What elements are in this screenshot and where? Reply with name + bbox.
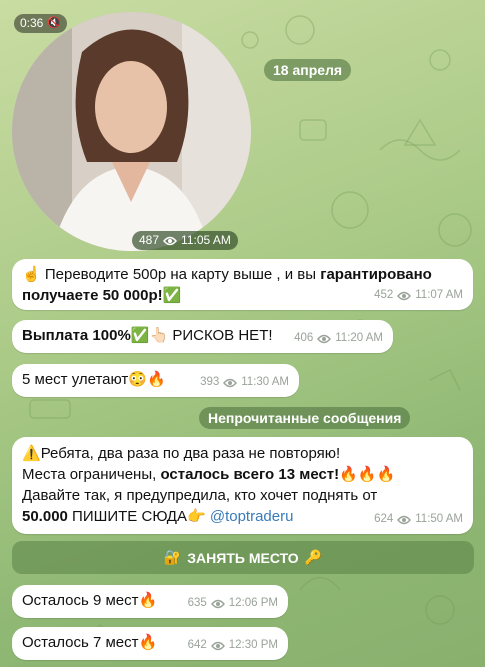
message-meta: 635 12:06 PM xyxy=(188,593,278,614)
message-time: 12:06 PM xyxy=(228,597,278,609)
view-count: 642 xyxy=(187,639,207,651)
message-time: 11:50 AM xyxy=(415,513,463,525)
video-meta: 487 11:05 AM xyxy=(132,231,238,250)
emoji: ☝️ xyxy=(22,266,41,283)
text-span: Ребята, два раза по два раза не повторяю… xyxy=(40,445,341,462)
text-span: РИСКОВ НЕТ! xyxy=(168,327,273,344)
message-time: 12:30 PM xyxy=(228,639,278,651)
message-bubble[interactable]: Осталось 9 мест🔥 635 12:06 PM xyxy=(12,585,288,618)
message-bubble[interactable]: ⚠️Ребята, два раза по два раза не повтор… xyxy=(12,437,473,534)
video-thumbnail xyxy=(12,12,251,251)
username-link[interactable]: @toptraderu xyxy=(210,508,294,525)
video-duration: 0:36 xyxy=(20,16,44,30)
message-time: 11:05 AM xyxy=(181,233,231,247)
message-time: 11:20 AM xyxy=(335,332,383,344)
emoji: 🔥🔥🔥 xyxy=(339,466,396,483)
key-icon: 🔑 xyxy=(304,549,323,565)
muted-speaker-icon[interactable]: 🔇 xyxy=(47,14,61,33)
text-span: Места ограничены, xyxy=(22,466,161,483)
text-span: Давайте так, я предупредила, кто хочет п… xyxy=(22,487,378,504)
text-span: Переводите 500р на карту выше , и вы xyxy=(40,266,321,283)
unread-separator: Непрочитанные сообщения xyxy=(199,407,411,429)
lock-icon: 🔐 xyxy=(163,549,182,565)
eye-icon xyxy=(397,515,412,524)
view-count: 452 xyxy=(374,289,394,301)
text-span: 5 мест улетают xyxy=(22,371,129,388)
video-duration-badge: 0:36 🔇 xyxy=(14,14,68,33)
message-bubble[interactable]: 5 мест улетают😳🔥 393 11:30 AM xyxy=(12,364,299,397)
take-place-button[interactable]: 🔐 ЗАНЯТЬ МЕСТО 🔑 xyxy=(12,541,474,574)
date-label: 18 апреля xyxy=(273,62,343,78)
button-label: ЗАНЯТЬ МЕСТО xyxy=(187,549,299,566)
video-note[interactable] xyxy=(12,12,251,251)
eye-icon xyxy=(210,599,225,608)
message-meta: 406 11:20 AM xyxy=(294,328,383,349)
bold-text: 50.000 xyxy=(22,508,68,525)
eye-icon xyxy=(317,334,332,343)
text-span: Осталось 9 мест xyxy=(22,592,139,609)
message-bubble[interactable]: Выплата 100%✅👆🏻 РИСКОВ НЕТ! 406 11:20 AM xyxy=(12,320,393,353)
text-span: ПИШИТЕ СЮДА xyxy=(67,508,187,525)
eye-icon xyxy=(210,641,225,650)
view-count: 393 xyxy=(200,376,220,388)
fire-icon: 🔥 xyxy=(138,634,158,651)
message-line: Давайте так, я предупредила, кто хочет п… xyxy=(22,485,463,506)
date-separator: 18 апреля xyxy=(264,59,352,81)
view-count: 624 xyxy=(374,513,394,525)
warning-icon: ⚠️ xyxy=(22,445,41,462)
eye-icon xyxy=(397,291,412,300)
emoji: 😳🔥 xyxy=(128,371,166,388)
message-meta: 452 11:07 AM xyxy=(374,285,463,306)
view-count: 635 xyxy=(187,597,207,609)
message-time: 11:07 AM xyxy=(415,289,463,301)
emoji: ✅ xyxy=(162,287,182,304)
message-bubble[interactable]: ☝️ Переводите 500р на карту выше , и вы … xyxy=(12,259,473,310)
emoji: ✅👆🏻 xyxy=(130,327,169,344)
eye-icon xyxy=(223,378,238,387)
unread-label: Непрочитанные сообщения xyxy=(208,410,402,426)
eye-icon xyxy=(163,236,177,245)
text-span: Осталось 7 мест xyxy=(22,634,139,651)
bold-text: осталось всего 13 мест! xyxy=(160,466,340,483)
view-count: 487 xyxy=(139,233,160,247)
fire-icon: 🔥 xyxy=(138,592,158,609)
pointing-right-icon: 👉 xyxy=(186,508,206,525)
bold-text: Выплата 100% xyxy=(22,327,131,344)
message-time: 11:30 AM xyxy=(241,376,289,388)
view-count: 406 xyxy=(294,332,314,344)
message-line: ⚠️Ребята, два раза по два раза не повтор… xyxy=(22,443,463,464)
message-line: Места ограничены, осталось всего 13 мест… xyxy=(22,464,463,485)
message-meta: 393 11:30 AM xyxy=(200,372,289,393)
message-bubble[interactable]: Осталось 7 мест🔥 642 12:30 PM xyxy=(12,627,288,660)
message-meta: 624 11:50 AM xyxy=(374,509,463,530)
message-meta: 642 12:30 PM xyxy=(188,635,278,656)
